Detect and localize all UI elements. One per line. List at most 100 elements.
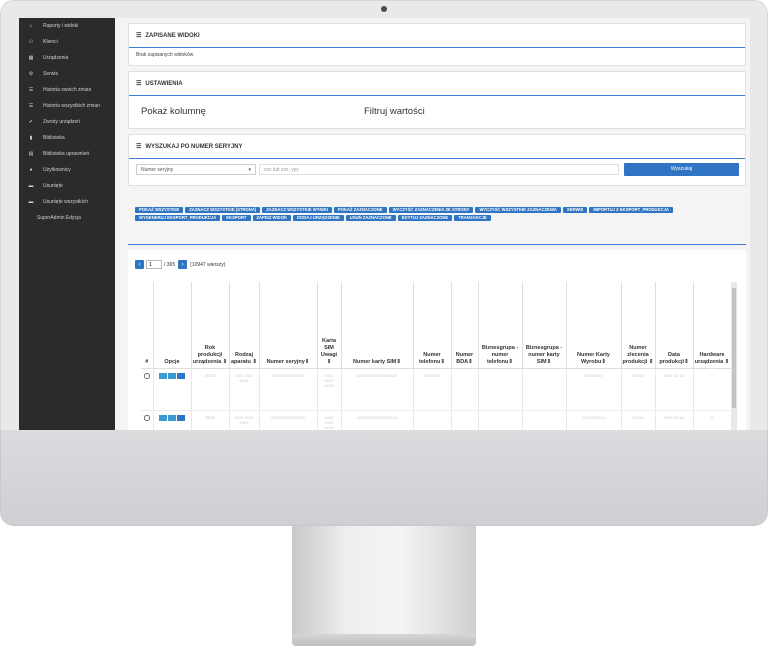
sidebar-item[interactable]: ▮ Biblioteka (19, 130, 115, 146)
column-header[interactable]: Rok produkcji urządzenia ⇕ (191, 282, 230, 369)
sidebar: ⌂ Raporty i widoki ⚇ Klienci ▦ Urządzenia ⚙ Ser… (19, 18, 115, 430)
column-header[interactable]: Karta SIM Uwagi ⇕ (317, 282, 342, 369)
list-icon: ☰ (136, 81, 142, 87)
toolbar-button[interactable]: POKAŻ ZAZNACZONE (333, 207, 387, 213)
sidebar-item[interactable]: ▤ Biblioteka uprawnień (19, 146, 115, 162)
check-icon: ✔ (28, 119, 34, 125)
column-header[interactable]: Data produkcji⇕ (655, 282, 694, 369)
sidebar-item-label: Usunięte wszystkich (43, 199, 89, 205)
list-icon: ☰ (28, 87, 34, 93)
toolbar-button[interactable]: EDYTUJ ZAZNACZONE (397, 215, 453, 221)
toolbar-button[interactable]: ZAZNACZ WSZYSTKIE (STRONA) (185, 207, 261, 213)
toolbar-button[interactable]: SERWIS (562, 207, 588, 213)
view-icon[interactable] (159, 414, 167, 421)
book-icon[interactable] (177, 372, 185, 379)
column-header[interactable]: Numer karty SIM⇕ (341, 282, 414, 369)
toolbar-button[interactable]: WYGENERUJ EKSPORT_PRODUKCJA (135, 215, 221, 221)
edit-icon[interactable] (168, 372, 176, 379)
toolbar-button[interactable]: DODAJ URZĄDZENIE (292, 215, 344, 221)
sidebar-footer[interactable]: SuperAdmin Edycja (19, 210, 115, 226)
chevron-down-icon: ▾ (248, 167, 251, 173)
sidebar-item[interactable]: ☰ Historia wszystkich zmian (19, 98, 115, 114)
sidebar-item-label: Użytkownicy (43, 167, 71, 173)
row-checkbox[interactable] (143, 414, 150, 421)
column-header[interactable]: # (141, 282, 154, 369)
serial-search-placeholder: xxx lub xxx, yyy (264, 167, 299, 173)
table-scrollbar[interactable] (731, 282, 737, 430)
sidebar-item[interactable]: ☰ Historia swoich zmian (19, 82, 115, 98)
table-cell: 2015 (191, 410, 230, 430)
table-cell: xxxxxxxxxxxxxxx (259, 368, 318, 411)
home-icon: ⌂ (29, 23, 33, 29)
show-columns-label[interactable]: Pokaż kolumnę (141, 106, 206, 117)
book-icon[interactable] (177, 414, 185, 421)
toolbar-button[interactable]: WYCZYŚĆ ZAZNACZENIA ZE STRONY (388, 207, 474, 213)
column-header[interactable]: Numer BDA⇕ (451, 282, 479, 369)
actions-toolbar: POKAŻ WSZYSTKIE ZAZNACZ WSZYSTKIE (STRONA… (128, 193, 746, 245)
scrollbar-thumb[interactable] (732, 288, 736, 408)
table-cell: xxxx-xx-xx (655, 368, 694, 411)
table-cell: xxxxx (621, 368, 656, 411)
saved-views-header: ☰ ZAPISANE WIDOKI (129, 24, 745, 48)
column-header[interactable]: Biznesgrupa - numer karty SIM⇕ (522, 282, 567, 369)
toolbar-button[interactable]: USUŃ ZAZNACZONE (345, 215, 396, 221)
column-header[interactable]: Opcje (153, 282, 192, 369)
toolbar-button[interactable]: ZAPISZ WIDOK (252, 215, 291, 221)
search-field-select-value: Numer seryjny (141, 167, 174, 173)
column-header[interactable]: Rodzaj aparatu ⇕ (229, 282, 260, 369)
table-row[interactable]: 2015 xxxx xxxx xxxx xxxxxxxxxxxxxxx xxxx xx… (141, 368, 732, 411)
serial-search-panel: ☰ WYSZUKAJ PO NUMER SERYJNY Numer seryjn… (128, 134, 746, 186)
prev-page-button[interactable]: ‹ (135, 260, 144, 269)
search-field-select[interactable]: Numer seryjny ▾ (136, 164, 256, 175)
table-cell: xxxx xxxx xxxx (229, 368, 260, 411)
sidebar-item[interactable]: ✔ Zwroty urządzeń (19, 114, 115, 130)
serial-search-title: WYSZUKAJ PO NUMER SERYJNY (145, 143, 243, 150)
column-header[interactable]: Numer seryjny⇕ (259, 282, 318, 369)
next-page-button[interactable]: › (178, 260, 188, 269)
main-content: ☰ ZAPISANE WIDOKI Brak zapisanych widokó… (115, 18, 750, 430)
row-checkbox[interactable] (143, 372, 150, 379)
sidebar-item[interactable]: ▦ Urządzenia (19, 50, 115, 66)
sidebar-item[interactable]: ▬ Usunięte wszystkich (19, 194, 115, 210)
sidebar-item-label: Historia swoich zmian (43, 87, 92, 93)
search-button[interactable]: Wyszukaj (624, 163, 739, 176)
trash-icon: ▬ (28, 199, 34, 205)
column-header[interactable]: Numer zlecenia produkcji ⇕ (621, 282, 656, 369)
serial-search-input[interactable]: xxx lub xxx, yyy (259, 164, 619, 175)
sidebar-item-label: Serwis (43, 71, 59, 77)
column-header[interactable]: Numer Karty Wyrobu⇕ (566, 282, 622, 369)
row-options (153, 368, 192, 411)
toolbar-button[interactable]: ZAZNACZ WSZYSTKIE WYNIKI (262, 207, 332, 213)
sidebar-item-label: Raporty i widoki (43, 23, 79, 29)
toolbar-button[interactable]: WYCZYŚĆ WSZYSTKIE ZAZNACZENIA (475, 207, 561, 213)
table-cell: xxxxxxxxxx (566, 410, 622, 430)
table-cell: xxxx xxxx xxxx (317, 368, 342, 411)
sidebar-item[interactable]: ● Użytkownicy (19, 162, 115, 178)
pagination: ‹ / 365 › (10947 wierszy) (135, 260, 225, 269)
table-row[interactable]: 2015 xxxx xxxx xxxx xxxxxxxxxxxxxxx xxxx xx… (141, 410, 732, 430)
toolbar-button[interactable]: EKSPORT (222, 215, 251, 221)
sidebar-item-label: Urządzenia (43, 55, 69, 61)
toolbar-button[interactable]: TRANSAKCJE (454, 215, 491, 221)
edit-icon[interactable] (168, 414, 176, 421)
view-icon[interactable] (159, 372, 167, 379)
toolbar-button[interactable]: POKAŻ WSZYSTKIE (135, 207, 184, 213)
filter-values-label[interactable]: Filtruj wartości (364, 106, 425, 117)
column-header[interactable]: Numer telefonu⇕ (413, 282, 452, 369)
column-header[interactable]: Biznesgrupa - numer telefonu⇕ (478, 282, 523, 369)
sidebar-item[interactable]: ⌂ Raporty i widoki (19, 18, 115, 34)
toolbar-button[interactable]: IMPORTUJ Z EKSPORT_PRODUKCJA (589, 207, 673, 213)
page-number-input[interactable] (146, 260, 162, 269)
sidebar-item[interactable]: ⚇ Klienci (19, 34, 115, 50)
column-header[interactable]: Hardware urządzenia ⇕ (693, 282, 732, 369)
chevron-right-icon: › (181, 261, 184, 268)
row-options (153, 410, 192, 430)
book-icon: ▮ (29, 135, 33, 141)
table-cell (522, 368, 567, 411)
settings-header: ☰ USTAWIENIA (129, 72, 745, 96)
sidebar-item[interactable]: ⚙ Serwis (19, 66, 115, 82)
sidebar-item[interactable]: ▬ Usunięte (19, 178, 115, 194)
table-cell: xxxxxxxxxxxxxxxxxx (341, 368, 414, 411)
settings-panel: ☰ USTAWIENIA Pokaż kolumnę Filtruj warto… (128, 71, 746, 129)
data-table-wrapper: # Opcje Rok produkcji urządzenia ⇕ Rodzaj a… (141, 282, 746, 430)
